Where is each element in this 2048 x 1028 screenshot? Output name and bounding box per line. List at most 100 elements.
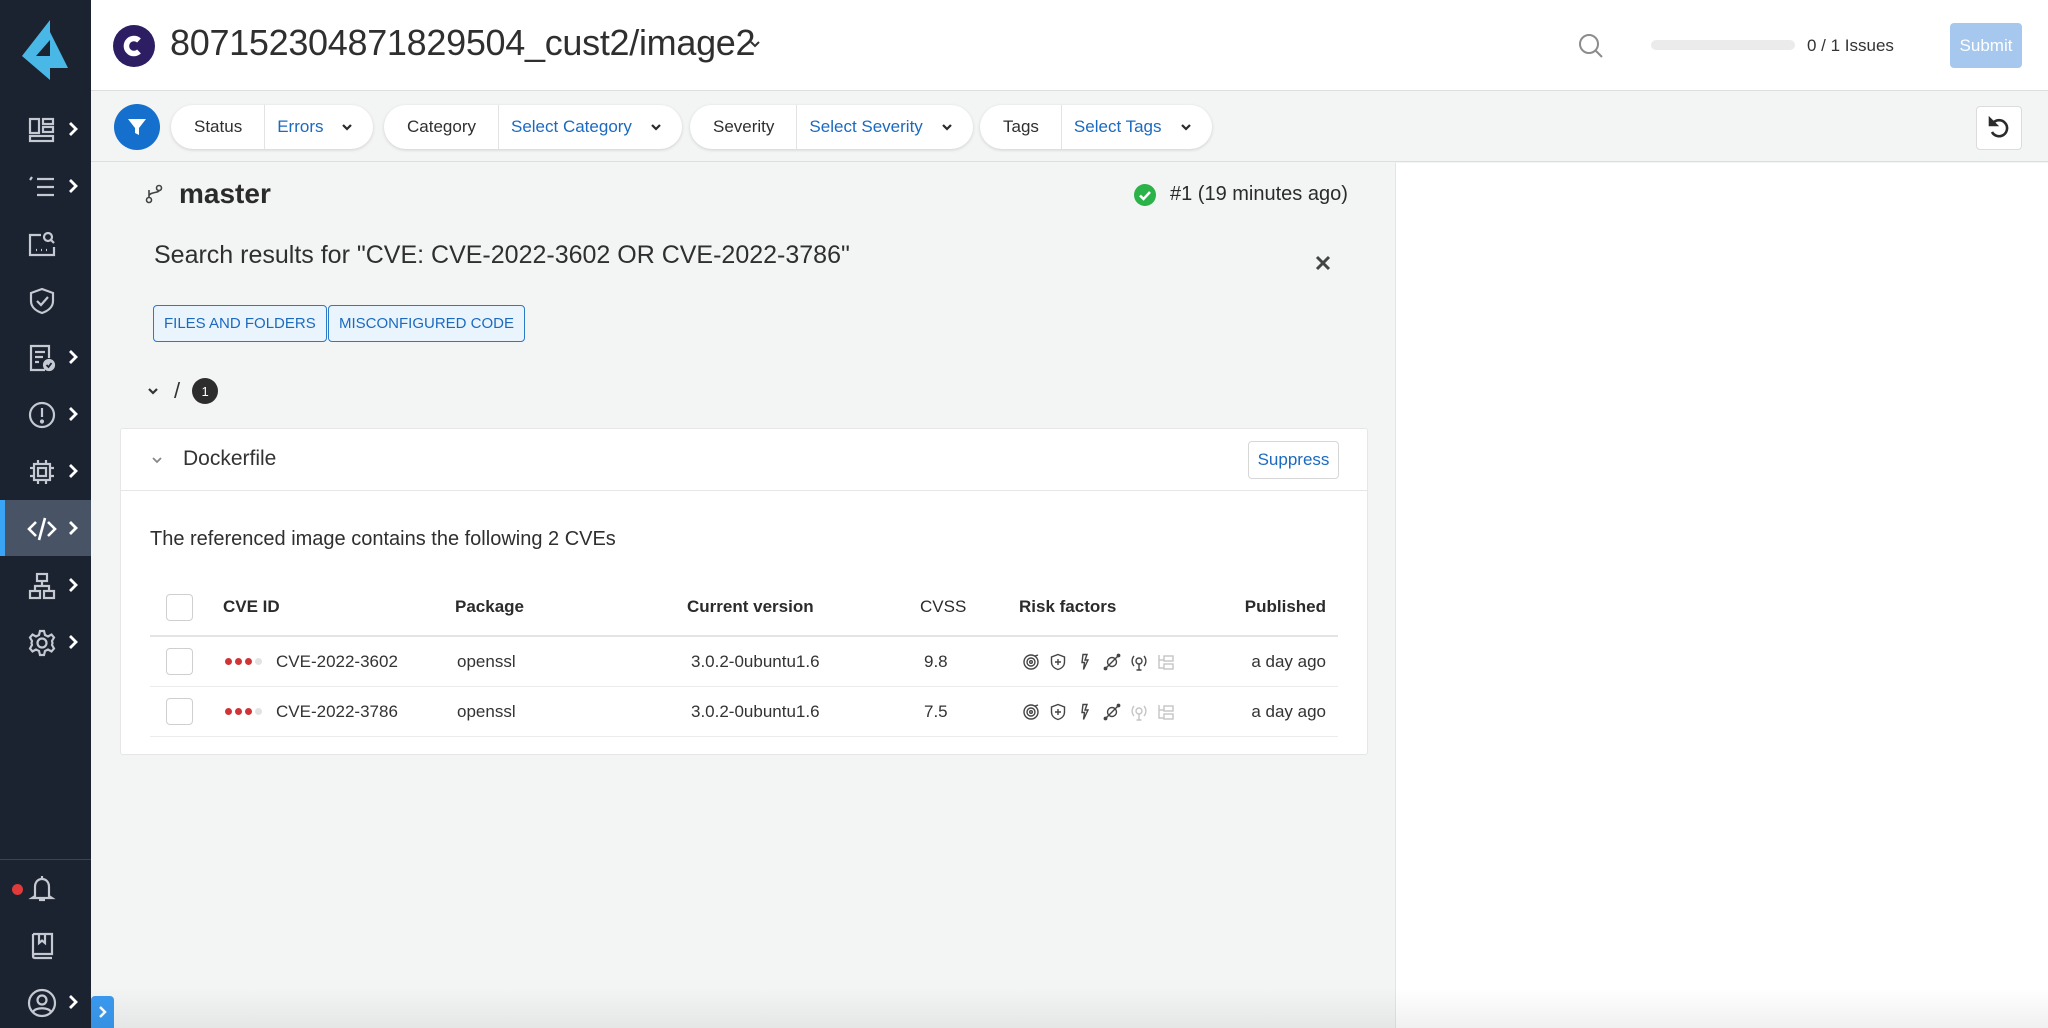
filter-category[interactable]: Category Select Category xyxy=(384,105,682,149)
severity-dot xyxy=(225,658,232,665)
severity-dot xyxy=(235,658,242,665)
sidebar-item-network[interactable] xyxy=(0,557,91,613)
chevron-right-icon xyxy=(69,995,78,1009)
logo-icon[interactable] xyxy=(18,18,72,82)
tag-misconfigured-code[interactable]: MISCONFIGURED CODE xyxy=(328,305,526,342)
cve-id[interactable]: CVE-2022-3786 xyxy=(276,702,398,722)
chevron-right-icon xyxy=(69,578,78,592)
severity-dot xyxy=(235,708,242,715)
filter-label: Tags xyxy=(980,105,1062,149)
tag-files-and-folders[interactable]: FILES AND FOLDERS xyxy=(153,305,327,342)
undo-icon xyxy=(1988,115,2009,138)
filter-value[interactable]: Select Tags xyxy=(1062,105,1162,149)
file-header[interactable]: Dockerfile Suppress xyxy=(121,429,1367,491)
published-date: a day ago xyxy=(1251,651,1326,671)
chevron-down-icon xyxy=(1180,124,1191,131)
sidebar-item-notifications[interactable] xyxy=(0,860,91,916)
column-header[interactable]: CVE ID xyxy=(223,579,280,635)
search-icon[interactable] xyxy=(1577,32,1605,60)
filter-value[interactable]: Select Category xyxy=(499,105,632,149)
sidebar-item-docs[interactable] xyxy=(0,917,91,973)
current-version: 3.0.2-0ubuntu1.6 xyxy=(691,701,820,721)
repo-logo-icon xyxy=(123,35,141,57)
cve-id[interactable]: CVE-2022-3602 xyxy=(276,652,398,672)
remote-execution-icon[interactable] xyxy=(1130,653,1148,671)
row-checkbox[interactable] xyxy=(166,698,193,725)
network-exploit-icon[interactable] xyxy=(1103,703,1121,721)
filter-status[interactable]: Status Errors xyxy=(171,105,374,149)
filter-value[interactable]: Errors xyxy=(265,105,323,149)
funnel-icon xyxy=(128,119,146,135)
table-header-row: CVE ID Package Current version CVSS Risk… xyxy=(150,579,1338,637)
column-header: Risk factors xyxy=(1019,597,1117,616)
severity-dot xyxy=(245,658,252,665)
scan-status[interactable]: #1 (19 minutes ago) xyxy=(1134,183,1348,206)
submit-button[interactable]: Submit xyxy=(1950,23,2022,68)
sidebar xyxy=(0,0,91,1028)
folder-row[interactable]: / 1 xyxy=(146,378,219,404)
sidebar-item-compliance[interactable] xyxy=(0,272,91,328)
search-results-heading: Search results for "CVE: CVE-2022-3602 O… xyxy=(154,241,850,269)
column-header[interactable]: Package xyxy=(455,579,524,635)
table-row[interactable]: CVE-2022-3602 openssl 3.0.2-0ubuntu1.6 9… xyxy=(150,637,1338,687)
sidebar-item-settings[interactable] xyxy=(0,614,91,670)
chevron-down-icon xyxy=(651,124,661,131)
filter-value[interactable]: Select Severity xyxy=(797,105,922,149)
remote-execution-icon[interactable] xyxy=(1130,703,1148,721)
filter-label: Category xyxy=(384,105,499,149)
row-checkbox[interactable] xyxy=(166,648,193,675)
sidebar-item-code-security[interactable] xyxy=(0,500,91,556)
network-exploit-icon[interactable] xyxy=(1103,653,1121,671)
repo-title[interactable]: 807152304871829504_cust2/image2 xyxy=(170,22,756,64)
report-check-icon xyxy=(29,344,56,372)
sidebar-item-alerts[interactable] xyxy=(0,386,91,442)
severity-dot xyxy=(255,658,262,665)
network-icon xyxy=(28,572,56,600)
scan-status-text: #1 (19 minutes ago) xyxy=(1170,183,1348,205)
close-icon[interactable] xyxy=(1312,252,1334,274)
filter-tags[interactable]: Tags Select Tags xyxy=(980,105,1212,149)
sidebar-item-reports[interactable] xyxy=(0,329,91,385)
sidebar-item-investigate[interactable] xyxy=(0,215,91,271)
lightning-icon[interactable] xyxy=(1076,703,1094,721)
shield-plus-icon[interactable] xyxy=(1049,653,1067,671)
column-header[interactable]: Current version xyxy=(687,579,814,635)
select-all-checkbox[interactable] xyxy=(166,593,193,621)
sidebar-item-dashboard[interactable] xyxy=(0,101,91,157)
column-header[interactable]: Published xyxy=(1245,579,1326,635)
chevron-right-icon xyxy=(69,122,78,136)
lightning-icon[interactable] xyxy=(1076,653,1094,671)
user-icon xyxy=(27,988,57,1018)
chevron-down-icon[interactable] xyxy=(748,38,762,50)
expand-sidebar-button[interactable] xyxy=(91,996,114,1028)
column-header[interactable]: CVSS xyxy=(920,579,966,635)
package-name: openssl xyxy=(457,701,516,721)
dashboard-icon xyxy=(28,117,55,143)
sidebar-item-list[interactable] xyxy=(0,158,91,214)
sidebar-item-compute[interactable] xyxy=(0,443,91,499)
search-screen-icon xyxy=(28,231,56,257)
filter-button[interactable] xyxy=(114,104,160,150)
issues-count: 0 / 1 Issues xyxy=(1807,36,1894,55)
shield-plus-icon[interactable] xyxy=(1049,703,1067,721)
filter-severity[interactable]: Severity Select Severity xyxy=(690,105,973,149)
package-name: openssl xyxy=(457,651,516,671)
severity-indicator xyxy=(225,658,262,665)
chevron-down-icon xyxy=(342,124,353,131)
sidebar-item-profile[interactable] xyxy=(0,974,91,1028)
folders-icon[interactable] xyxy=(1157,703,1175,721)
reset-filters-button[interactable] xyxy=(1976,106,2022,150)
gear-icon xyxy=(28,629,56,657)
details-panel xyxy=(1395,163,2048,1028)
folder-path: / xyxy=(174,378,181,403)
chevron-right-icon xyxy=(69,350,78,364)
table-row[interactable]: CVE-2022-3786 openssl 3.0.2-0ubuntu1.6 7… xyxy=(150,687,1338,737)
file-card: Dockerfile Suppress The referenced image… xyxy=(120,428,1368,755)
chevron-down-icon[interactable] xyxy=(150,455,164,465)
book-icon xyxy=(31,932,54,960)
attack-complexity-icon[interactable] xyxy=(1022,703,1040,721)
folders-icon[interactable] xyxy=(1157,653,1175,671)
attack-complexity-icon[interactable] xyxy=(1022,653,1040,671)
severity-dot xyxy=(245,708,252,715)
suppress-button[interactable]: Suppress xyxy=(1248,441,1339,479)
